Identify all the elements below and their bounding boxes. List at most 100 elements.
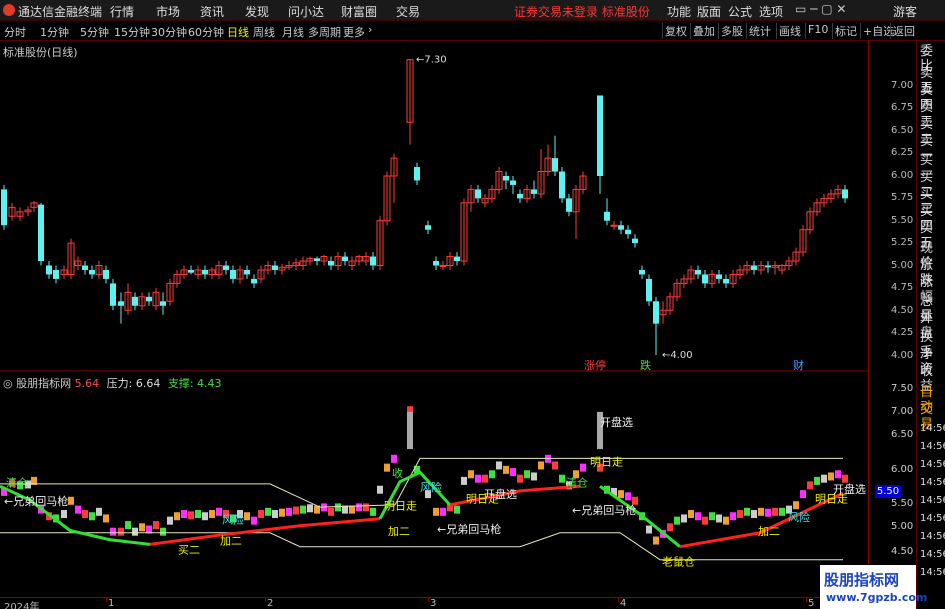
indicator-bar bbox=[258, 510, 264, 519]
candle-body bbox=[604, 211, 610, 221]
candle-body bbox=[695, 269, 701, 275]
indicator-bar bbox=[202, 512, 208, 521]
candle-body bbox=[370, 256, 376, 266]
menu-function[interactable]: 功能 bbox=[667, 3, 691, 20]
menu-ask[interactable]: 问小达 bbox=[288, 3, 324, 20]
panel-time: 14:56 bbox=[920, 423, 945, 434]
date-label: 1 bbox=[108, 598, 115, 609]
date-tick bbox=[106, 598, 107, 602]
tool-restore-rights[interactable]: 复权 bbox=[662, 23, 689, 39]
tool-back[interactable]: 返回 bbox=[890, 23, 917, 39]
menu-formula[interactable]: 公式 bbox=[728, 3, 752, 20]
menu-bar: 通达信金融终端 行情 市场 资讯 发现 问小达 财富圈 交易 证券交易未登录 标… bbox=[0, 0, 945, 21]
panel-time: 14:56 bbox=[920, 459, 945, 470]
signal-label: 明日走 bbox=[384, 500, 417, 513]
tool-f10[interactable]: F10 bbox=[805, 23, 830, 39]
price-tick: 6.00 bbox=[891, 170, 914, 181]
indicator-bar bbox=[688, 510, 694, 519]
indicator-bar bbox=[384, 463, 390, 472]
indicator-bar bbox=[517, 474, 523, 483]
indicator-bar bbox=[433, 507, 439, 516]
indicator-bar bbox=[363, 503, 369, 512]
menu-trade[interactable]: 交易 bbox=[396, 3, 420, 20]
candle-body bbox=[160, 301, 166, 306]
indicator-bar bbox=[559, 474, 565, 483]
indicator-bar bbox=[125, 521, 131, 530]
drop-marker: 跌 bbox=[640, 358, 651, 372]
candle-body bbox=[342, 256, 348, 262]
indicator-bar bbox=[349, 505, 355, 514]
indicator-bar bbox=[510, 468, 516, 477]
chevron-right-icon[interactable]: › bbox=[368, 23, 372, 36]
indicator-bar bbox=[251, 516, 257, 525]
trend-line-red bbox=[149, 517, 381, 546]
candle-body bbox=[618, 225, 624, 230]
indicator-bar bbox=[835, 470, 841, 479]
indicator-bar bbox=[681, 514, 687, 523]
tool-statistics[interactable]: 统计 bbox=[746, 23, 773, 39]
signal-label: 明日走 bbox=[815, 493, 848, 506]
indicator-bar bbox=[730, 512, 736, 521]
menu-options[interactable]: 选项 bbox=[759, 3, 783, 20]
price-tick: 4.50 bbox=[891, 305, 914, 316]
price-tick: 5.50 bbox=[891, 215, 914, 226]
chart-canvas[interactable]: ←7.30←4.00涨停跌财 清仓←兄弟回马枪风险买二加二收风险明日走加二 ←兄弟… bbox=[0, 41, 868, 597]
period-toolbar: 分时 1分钟 5分钟 15分钟 30分钟 60分钟 日线 周线 月线 多周期 更… bbox=[0, 21, 945, 41]
date-axis: 2024年 1 2 3 4 5 bbox=[0, 597, 868, 609]
tool-draw-line[interactable]: 画线 bbox=[776, 23, 803, 39]
candle-body bbox=[223, 265, 229, 270]
indicator-bar bbox=[118, 527, 124, 536]
menu-wealth[interactable]: 财富圈 bbox=[341, 3, 377, 20]
indicator-bar bbox=[842, 474, 848, 483]
indicator-tick: 5.00 bbox=[891, 521, 914, 532]
menu-quotes[interactable]: 行情 bbox=[110, 3, 134, 20]
period-1min[interactable]: 1分钟 bbox=[40, 24, 69, 40]
candle-body bbox=[702, 274, 708, 284]
indicator-bar bbox=[89, 512, 95, 521]
indicator-bar bbox=[814, 476, 820, 485]
period-timeline[interactable]: 分时 bbox=[4, 24, 26, 40]
period-monthly[interactable]: 月线 bbox=[282, 24, 304, 40]
period-more[interactable]: 更多 bbox=[343, 24, 365, 40]
period-multi[interactable]: 多周期 bbox=[308, 24, 341, 40]
guest-label[interactable]: 游客 bbox=[893, 3, 917, 20]
indicator-bar bbox=[265, 507, 271, 516]
period-15min[interactable]: 15分钟 bbox=[114, 24, 150, 40]
indicator-toggle-icon[interactable]: ◎ bbox=[3, 377, 13, 390]
indicator-bar bbox=[468, 470, 474, 479]
period-5min[interactable]: 5分钟 bbox=[80, 24, 109, 40]
panel-time: 14:56 bbox=[920, 549, 945, 560]
period-daily[interactable]: 日线 bbox=[227, 24, 249, 40]
period-weekly[interactable]: 周线 bbox=[253, 24, 275, 40]
indicator-bar bbox=[293, 506, 299, 515]
indicator-bar bbox=[503, 465, 509, 474]
quote-side-panel: 委比 卖五 卖四 卖三 卖二 卖一 买一 买二 买三 买四 买五 现价 涨跌 涨… bbox=[916, 41, 945, 609]
signal-label: 加二 bbox=[388, 525, 410, 538]
indicator-bar bbox=[482, 474, 488, 483]
candle-body bbox=[517, 193, 523, 199]
indicator-bar bbox=[552, 461, 558, 470]
candle-body bbox=[314, 258, 320, 262]
indicator-bar bbox=[538, 461, 544, 470]
candle-body bbox=[53, 269, 59, 279]
date-tick bbox=[428, 598, 429, 602]
indicator-bar bbox=[181, 510, 187, 519]
menu-market[interactable]: 市场 bbox=[156, 3, 180, 20]
tool-mark[interactable]: 标记 bbox=[832, 23, 859, 39]
menu-news[interactable]: 资讯 bbox=[200, 3, 224, 20]
indicator-bar bbox=[751, 510, 757, 519]
signal-label: 老鼠仓 bbox=[662, 554, 695, 568]
menu-discover[interactable]: 发现 bbox=[245, 3, 269, 20]
tool-multi-stock[interactable]: 多股 bbox=[718, 23, 745, 39]
price-axis: 7.00 6.75 6.50 6.25 6.00 5.75 5.50 5.25 … bbox=[868, 41, 916, 591]
indicator-title: ◎ 股朋指标网 5.64 压力: 6.64 支撑: 4.43 bbox=[3, 375, 222, 391]
candle-body bbox=[251, 278, 257, 284]
menu-layout[interactable]: 版面 bbox=[697, 3, 721, 20]
period-60min[interactable]: 60分钟 bbox=[188, 24, 224, 40]
indicator-bar bbox=[82, 510, 88, 519]
period-30min[interactable]: 30分钟 bbox=[151, 24, 187, 40]
login-notice[interactable]: 证券交易未登录 标准股份 bbox=[514, 3, 650, 20]
date-label: 2024年 bbox=[4, 602, 40, 609]
tool-overlay[interactable]: 叠加 bbox=[690, 23, 717, 39]
candle-body bbox=[118, 301, 124, 306]
